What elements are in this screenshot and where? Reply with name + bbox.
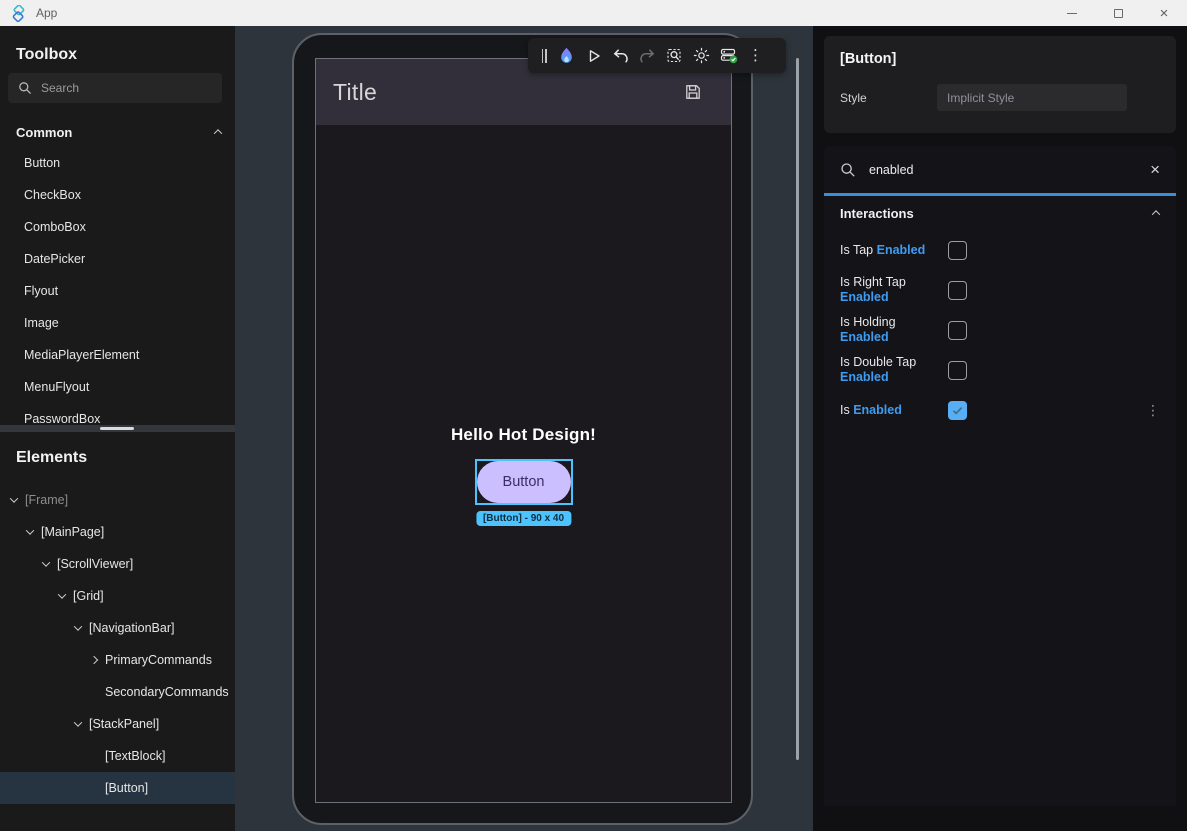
property-search[interactable]: × [824, 146, 1176, 196]
window-titlebar: App × [0, 0, 1187, 26]
designed-button[interactable]: Button [477, 461, 571, 503]
elements-title: Elements [16, 449, 87, 467]
app-logo-icon [10, 5, 27, 22]
property-row-is-right-tap-enabled: Is Right Tap Enabled [824, 270, 1176, 310]
row-more-kebab-icon[interactable]: ⋮ [1146, 403, 1160, 417]
undo-button[interactable] [607, 42, 634, 69]
tree-item-mainpage[interactable]: [MainPage] [0, 516, 235, 548]
close-icon: × [1160, 6, 1169, 21]
properties-panel: [Button] Style Implicit Style × Interact… [813, 26, 1187, 831]
search-icon [18, 81, 32, 95]
selected-element-card: [Button] Style Implicit Style [824, 36, 1176, 133]
property-row-is-tap-enabled: Is Tap Enabled [824, 230, 1176, 270]
selected-element-name: [Button] [840, 51, 1160, 67]
tree-item-secondarycommands[interactable]: SecondaryCommands [0, 676, 235, 708]
toolbox-title: Toolbox [16, 46, 77, 64]
clear-search-icon[interactable]: × [1150, 161, 1160, 178]
chevron-down-icon[interactable] [70, 717, 85, 732]
toolbox-search-input[interactable] [41, 81, 191, 95]
selection-outline[interactable]: Button [475, 459, 573, 505]
toolbox-item-image[interactable]: Image [0, 307, 235, 339]
close-button[interactable]: × [1141, 0, 1187, 26]
is-tap-enabled-checkbox[interactable] [948, 241, 967, 260]
is-enabled-checkbox[interactable] [948, 401, 967, 420]
property-row-is-holding-enabled: Is Holding Enabled [824, 310, 1176, 350]
maximize-button[interactable] [1095, 0, 1141, 26]
redo-button[interactable] [634, 42, 661, 69]
tree-item-scrollviewer[interactable]: [ScrollViewer] [0, 548, 235, 580]
chevron-down-icon[interactable] [70, 621, 85, 636]
minimize-button[interactable] [1049, 0, 1095, 26]
toolbox-item-datepicker[interactable]: DatePicker [0, 243, 235, 275]
properties-card: × Interactions Is Tap Enabled Is Right T… [824, 146, 1176, 806]
hot-design-toolbar: ⋮ [528, 38, 786, 73]
greeting-text: Hello Hot Design! [316, 425, 731, 445]
tree-item-grid[interactable]: [Grid] [0, 580, 235, 612]
chevron-down-icon[interactable] [38, 557, 53, 572]
tree-item-primarycommands[interactable]: PrimaryCommands [0, 644, 235, 676]
toolbox-item-flyout[interactable]: Flyout [0, 275, 235, 307]
interactions-title: Interactions [840, 206, 914, 221]
toolbox-item-mediaplayerelement[interactable]: MediaPlayerElement [0, 339, 235, 371]
toolbox-scrollbar[interactable] [0, 425, 235, 432]
more-menu-kebab-icon[interactable]: ⋮ [742, 42, 769, 69]
property-search-input[interactable] [869, 163, 1137, 177]
theme-toggle-sun-icon[interactable] [688, 42, 715, 69]
style-value-field[interactable]: Implicit Style [937, 84, 1127, 111]
navbar-title: Title [333, 79, 377, 106]
toolbox-list: Button CheckBox ComboBox DatePicker Flyo… [0, 147, 235, 435]
elements-tree: [Frame] [MainPage] [ScrollViewer] [Grid]… [0, 484, 235, 804]
drag-handle-icon[interactable] [537, 42, 551, 69]
maximize-icon [1114, 9, 1123, 18]
device-screen[interactable]: Title Hello Hot Design! Button [Button] … [315, 58, 732, 803]
toolbox-search[interactable] [8, 73, 222, 103]
minimize-icon [1067, 13, 1077, 14]
save-icon[interactable] [684, 83, 702, 101]
chevron-down-icon[interactable] [6, 493, 21, 508]
canvas-scrollbar[interactable] [796, 58, 799, 760]
tree-item-stackpanel[interactable]: [StackPanel] [0, 708, 235, 740]
play-button[interactable] [580, 42, 607, 69]
toolbox-item-button[interactable]: Button [0, 147, 235, 179]
tree-item-frame[interactable]: [Frame] [0, 484, 235, 516]
window-title: App [36, 6, 57, 20]
is-double-tap-enabled-checkbox[interactable] [948, 361, 967, 380]
hot-design-flame-icon[interactable] [553, 42, 580, 69]
is-holding-enabled-checkbox[interactable] [948, 321, 967, 340]
device-page-content[interactable]: Hello Hot Design! Button [Button] - 90 x… [316, 125, 731, 803]
section-label: Common [16, 125, 72, 140]
is-right-tap-enabled-checkbox[interactable] [948, 281, 967, 300]
chevron-up-icon [1152, 210, 1160, 218]
device-frame: Title Hello Hot Design! Button [Button] … [292, 33, 753, 825]
property-row-is-double-tap-enabled: Is Double Tap Enabled [824, 350, 1176, 390]
tree-item-textblock[interactable]: [TextBlock] [0, 740, 235, 772]
toolbox-item-menuflyout[interactable]: MenuFlyout [0, 371, 235, 403]
design-canvas[interactable]: Title Hello Hot Design! Button [Button] … [235, 26, 813, 831]
style-label: Style [840, 91, 937, 105]
search-icon [840, 162, 856, 178]
scrollbar-thumb[interactable] [100, 427, 134, 430]
toolbox-section-common[interactable]: Common [16, 120, 221, 144]
tree-item-button-selected[interactable]: [Button] [0, 772, 235, 804]
element-picker-icon[interactable] [661, 42, 688, 69]
left-sidebar: Toolbox Common Button CheckBox ComboBox … [0, 26, 235, 831]
chevron-up-icon [214, 129, 222, 137]
property-row-is-enabled: Is Enabled ⋮ [824, 390, 1176, 430]
connection-status-icon[interactable] [715, 42, 742, 69]
toolbox-item-checkbox[interactable]: CheckBox [0, 179, 235, 211]
chevron-down-icon[interactable] [54, 589, 69, 604]
interactions-section-header[interactable]: Interactions [824, 196, 1176, 230]
tree-item-navigationbar[interactable]: [NavigationBar] [0, 612, 235, 644]
toolbox-item-combobox[interactable]: ComboBox [0, 211, 235, 243]
chevron-right-icon[interactable] [86, 653, 101, 668]
chevron-down-icon[interactable] [22, 525, 37, 540]
selection-size-badge: [Button] - 90 x 40 [476, 511, 571, 526]
